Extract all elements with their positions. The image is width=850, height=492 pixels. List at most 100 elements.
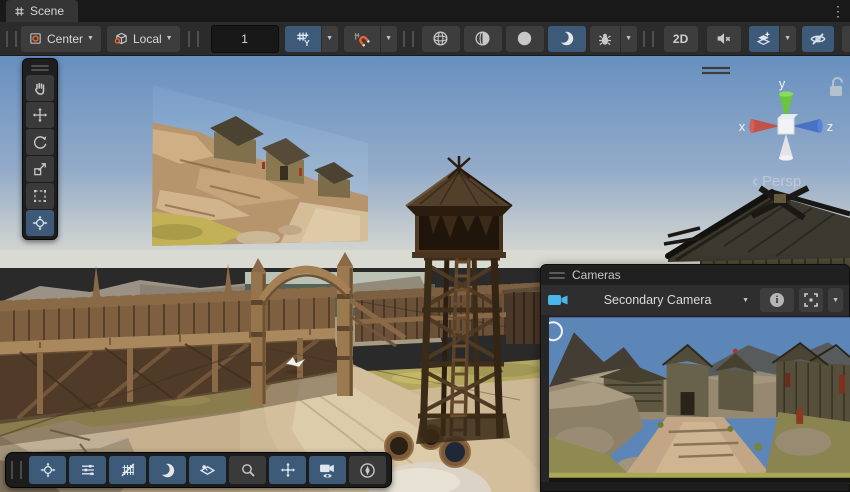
sliders-icon: [80, 462, 96, 478]
overlay-navigation-button[interactable]: [349, 456, 386, 484]
camera-settings-group: ▼: [842, 26, 850, 52]
transform-tool-button[interactable]: [26, 210, 54, 236]
effects-menu-button[interactable]: ▼: [780, 26, 796, 52]
gizmo-drag-handle[interactable]: [702, 68, 730, 73]
chevron-down-icon: ▼: [742, 297, 749, 304]
scene-lighting-button[interactable]: [548, 26, 586, 52]
toolbar-drag-handle[interactable]: [643, 31, 654, 47]
move-snap-input[interactable]: [211, 25, 279, 53]
grid-visibility-button[interactable]: Y: [285, 26, 321, 52]
camera-settings-button[interactable]: [842, 26, 850, 52]
wireframe-sphere-icon: [432, 30, 449, 47]
grid-icon: [14, 6, 25, 17]
pivot-mode-dropdown[interactable]: Center ▼: [21, 26, 101, 52]
move-tool-button[interactable]: [26, 102, 54, 128]
overlay-tool-settings-button[interactable]: [69, 456, 106, 484]
overlay-orientation-button[interactable]: [189, 456, 226, 484]
tools-drag-handle[interactable]: [31, 63, 49, 72]
toolbar-drag-handle[interactable]: [6, 31, 17, 47]
cameras-panel-controls: Secondary Camera ▼ i ▼: [541, 285, 849, 315]
chevron-down-icon: ▼: [385, 35, 392, 42]
overlay-grid-snap-button[interactable]: [109, 456, 146, 484]
search-icon: [240, 462, 256, 478]
camera-preview-render: [549, 317, 850, 484]
snap-toggle-button[interactable]: [344, 26, 380, 52]
snap-magnet-icon: [353, 30, 370, 47]
chevron-down-icon: ▼: [166, 35, 173, 42]
window-tab-bar: Scene ⋮: [0, 0, 850, 22]
cameras-drag-handle[interactable]: [549, 272, 565, 279]
compass-icon: [359, 462, 376, 479]
toolbar-drag-handle[interactable]: [403, 31, 414, 47]
pivot-icon: [28, 31, 43, 46]
rect-tool-button[interactable]: [26, 183, 54, 209]
scene-camera-icon: [547, 293, 570, 307]
view-hand-tool-button[interactable]: [26, 75, 54, 101]
scale-tool-button[interactable]: [26, 156, 54, 182]
scene-visibility-button[interactable]: [802, 26, 834, 52]
camera-select-value: Secondary Camera: [581, 293, 734, 307]
2d-mode-label: 2D: [673, 32, 688, 46]
draw-mode-wireframe-button[interactable]: [422, 26, 460, 52]
axis-gizmo[interactable]: y x z: [739, 76, 834, 161]
overlay-tools-button[interactable]: [29, 456, 66, 484]
bug-icon: [597, 31, 613, 47]
chevron-down-icon: ▼: [832, 297, 839, 304]
tab-scene-label: Scene: [30, 4, 64, 18]
snap-menu-button[interactable]: ▼: [381, 26, 397, 52]
scale-icon: [32, 161, 48, 177]
orientation-label: Local: [133, 32, 162, 46]
2d-mode-button[interactable]: 2D: [664, 26, 698, 52]
cameras-panel-header[interactable]: Cameras: [541, 265, 849, 285]
camera-info-button[interactable]: i: [760, 288, 794, 312]
overlays-drag-handle[interactable]: [11, 461, 22, 479]
camera-focus-button[interactable]: [799, 288, 823, 312]
overlay-search-button[interactable]: [229, 456, 266, 484]
overlays-toolbar: [5, 452, 392, 488]
rotate-icon: [32, 134, 48, 150]
projection-toggle[interactable]: ‹ Persp: [752, 171, 801, 191]
debug-modes-button[interactable]: [590, 26, 620, 52]
svg-text:y: y: [779, 76, 786, 91]
snap-group: ▼: [344, 26, 397, 52]
overlay-view-options-button[interactable]: [149, 456, 186, 484]
svg-text:‹: ‹: [752, 171, 758, 191]
tab-scene[interactable]: Scene: [6, 0, 78, 22]
move-icon: [280, 462, 296, 478]
transform-icon: [40, 462, 56, 478]
orientation-gizmo-overlay: y x z ‹ Persp: [690, 56, 850, 221]
more-vertical-icon: ⋮: [831, 3, 845, 20]
rotate-tool-button[interactable]: [26, 129, 54, 155]
orientation-dropdown[interactable]: Local ▼: [107, 26, 180, 52]
move-icon: [32, 107, 48, 123]
grid-visibility-menu-button[interactable]: ▼: [322, 26, 338, 52]
frame-icon: [803, 292, 819, 308]
svg-text:Persp: Persp: [762, 173, 801, 190]
chevron-down-icon: ▼: [625, 35, 632, 42]
cameras-panel-title: Cameras: [572, 268, 621, 282]
audio-toggle-button[interactable]: [707, 26, 741, 52]
debug-modes-menu-button[interactable]: ▼: [621, 26, 637, 52]
lock-icon[interactable]: [830, 78, 842, 96]
orientation-cube-icon: [114, 31, 129, 46]
draw-mode-shaded-wireframe-button[interactable]: [464, 26, 502, 52]
tools-overlay: [22, 58, 58, 240]
draw-mode-shaded-button[interactable]: [506, 26, 544, 52]
camera-select-dropdown[interactable]: Secondary Camera ▼: [575, 288, 755, 312]
overlay-move-button[interactable]: [269, 456, 306, 484]
audio-muted-icon: [715, 30, 732, 47]
camera-panel-menu-button[interactable]: ▼: [828, 288, 843, 312]
half-shaded-sphere-icon: [474, 30, 491, 47]
debug-modes-group: ▼: [590, 26, 637, 52]
moon-icon: [159, 462, 176, 479]
transform-icon: [32, 215, 48, 231]
grid-visibility-group: Y ▼: [285, 26, 338, 52]
info-icon: i: [770, 293, 784, 307]
effects-toggle-button[interactable]: [749, 26, 779, 52]
toolbar-drag-handle[interactable]: [188, 31, 199, 47]
cameras-panel-footer: [541, 482, 849, 491]
window-more-menu[interactable]: ⋮: [826, 0, 850, 22]
moon-icon: [558, 30, 575, 47]
overlay-cameras-button[interactable]: [309, 456, 346, 484]
hand-icon: [32, 80, 48, 96]
